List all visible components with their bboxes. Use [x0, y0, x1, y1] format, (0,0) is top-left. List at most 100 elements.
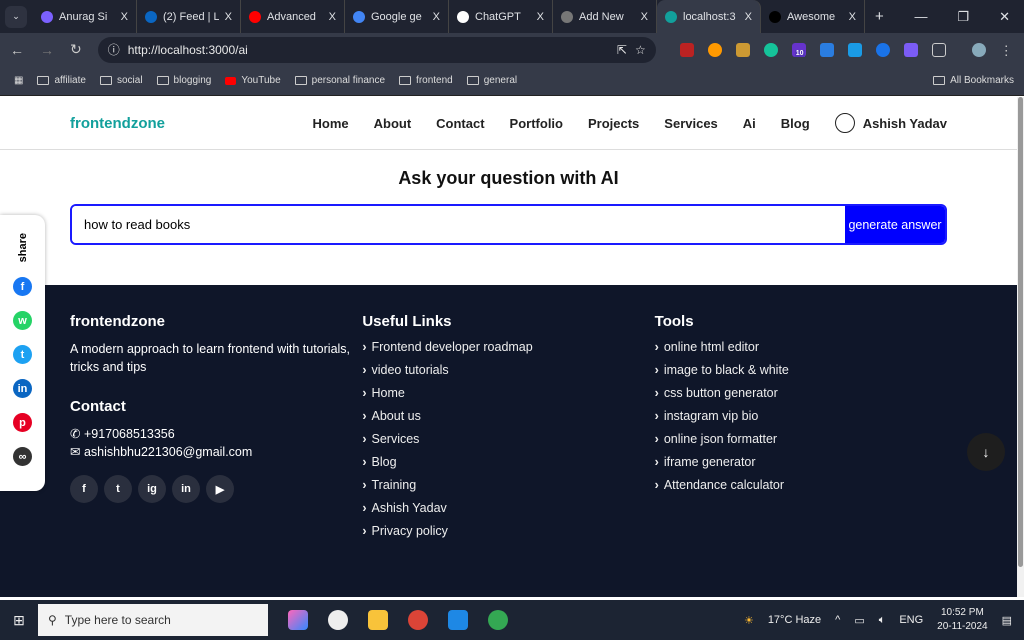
- vscode-icon[interactable]: [448, 610, 468, 630]
- footer-link[interactable]: css button generator: [655, 386, 947, 400]
- extensions-puzzle-icon[interactable]: [931, 42, 946, 57]
- reload-icon[interactable]: ↻: [70, 41, 82, 58]
- footer-link[interactable]: image to black & white: [655, 363, 947, 377]
- social-icon[interactable]: in: [172, 475, 200, 503]
- footer-link[interactable]: online html editor: [655, 340, 947, 354]
- tab-close-icon[interactable]: X: [745, 11, 752, 23]
- network-icon[interactable]: ▭: [854, 614, 864, 627]
- menu-icon[interactable]: ⋮: [1000, 43, 1013, 58]
- email-link[interactable]: ashishbhu221306@gmail.com: [84, 445, 252, 459]
- weather[interactable]: 17°C Haze: [768, 614, 821, 626]
- clock[interactable]: 10:52 PM 20-11-2024: [937, 606, 987, 634]
- tab-close-icon[interactable]: X: [641, 11, 648, 23]
- footer-link[interactable]: video tutorials: [362, 363, 654, 377]
- footer-link[interactable]: About us: [362, 409, 654, 423]
- volume-icon[interactable]: 🔈︎: [879, 614, 886, 627]
- pinterest-share-icon[interactable]: p: [13, 413, 32, 433]
- forward-icon[interactable]: →: [40, 42, 54, 58]
- taskbar-search[interactable]: ⚲ Type here to search: [38, 604, 268, 636]
- tab-close-icon[interactable]: X: [329, 11, 336, 23]
- bookmark-general[interactable]: general: [466, 75, 517, 86]
- nav-link-services[interactable]: Services: [664, 116, 718, 131]
- footer-link[interactable]: Home: [362, 386, 654, 400]
- browser-tab[interactable]: Add New X: [553, 0, 657, 33]
- all-bookmarks[interactable]: All Bookmarks: [933, 75, 1024, 86]
- notification-icon[interactable]: ▤: [1002, 614, 1012, 627]
- whatsapp-share-icon[interactable]: w: [13, 311, 32, 331]
- twitter-share-icon[interactable]: t: [13, 345, 32, 365]
- extension-icon[interactable]: [735, 42, 750, 57]
- browser-tab[interactable]: localhost:3 X: [657, 0, 761, 33]
- footer-link[interactable]: instagram vip bio: [655, 409, 947, 423]
- footer-link[interactable]: online json formatter: [655, 432, 947, 446]
- new-tab-button[interactable]: +: [865, 8, 894, 25]
- tab-close-icon[interactable]: X: [121, 11, 128, 23]
- bookmark-blogging[interactable]: blogging: [156, 75, 211, 86]
- footer-link[interactable]: Training: [362, 478, 654, 492]
- close-window-button[interactable]: ✕: [999, 9, 1010, 25]
- linkedin-share-icon[interactable]: in: [13, 379, 32, 399]
- nav-link-about[interactable]: About: [374, 116, 412, 131]
- extension-icon[interactable]: [875, 42, 890, 57]
- social-icon[interactable]: ig: [138, 475, 166, 503]
- scroll-down-button[interactable]: ↓: [967, 433, 1005, 471]
- user-menu[interactable]: Ashish Yadav: [834, 113, 947, 133]
- extension-icon[interactable]: [679, 42, 694, 57]
- footer-link[interactable]: Services: [362, 432, 654, 446]
- apps-icon[interactable]: ▦: [14, 75, 23, 86]
- bookmark-star-icon[interactable]: ☆: [635, 43, 646, 57]
- tab-close-icon[interactable]: X: [433, 11, 440, 23]
- slack-icon[interactable]: [328, 610, 348, 630]
- footer-link[interactable]: Blog: [362, 455, 654, 469]
- browser-tab[interactable]: Google ge X: [345, 0, 449, 33]
- url-text[interactable]: http://localhost:3000/ai: [128, 43, 248, 57]
- link-share-icon[interactable]: ∞: [13, 447, 32, 467]
- nav-link-blog[interactable]: Blog: [781, 116, 810, 131]
- footer-link[interactable]: iframe generator: [655, 455, 947, 469]
- footer-link[interactable]: Frontend developer roadmap: [362, 340, 654, 354]
- tab-close-icon[interactable]: X: [225, 11, 232, 23]
- bookmark-personal-finance[interactable]: personal finance: [294, 75, 385, 86]
- extension-icon[interactable]: [903, 42, 918, 57]
- profile-avatar[interactable]: [971, 42, 986, 57]
- browser-tab[interactable]: Advanced X: [241, 0, 345, 33]
- tab-search-button[interactable]: ⌄: [5, 5, 27, 28]
- open-in-app-icon[interactable]: ⇱: [617, 43, 627, 57]
- address-bar[interactable]: ⓘ http://localhost:3000/ai ⇱ ☆: [97, 36, 656, 63]
- site-info-icon[interactable]: ⓘ: [108, 41, 120, 58]
- maximize-button[interactable]: ❐: [957, 9, 969, 25]
- social-icon[interactable]: f: [70, 475, 98, 503]
- social-icon[interactable]: ▶: [206, 475, 234, 503]
- nav-link-ai[interactable]: Ai: [743, 116, 756, 131]
- tab-close-icon[interactable]: X: [537, 11, 544, 23]
- tab-close-icon[interactable]: X: [849, 11, 856, 23]
- chrome-icon[interactable]: [488, 610, 508, 630]
- extension-icon[interactable]: [819, 42, 834, 57]
- extension-icon[interactable]: 10: [791, 42, 806, 57]
- browser-tab[interactable]: Awesome X: [761, 0, 865, 33]
- generate-answer-button[interactable]: generate answer: [845, 206, 945, 243]
- file-explorer-icon[interactable]: [368, 610, 388, 630]
- weather-icon[interactable]: ☀: [744, 614, 754, 627]
- nav-link-contact[interactable]: Contact: [436, 116, 484, 131]
- bookmark-youtube[interactable]: YouTube: [225, 75, 281, 86]
- back-icon[interactable]: ←: [10, 42, 24, 58]
- minimize-button[interactable]: —: [914, 9, 927, 25]
- nav-link-home[interactable]: Home: [312, 116, 348, 131]
- nav-link-projects[interactable]: Projects: [588, 116, 639, 131]
- tray-chevron-icon[interactable]: ^: [835, 614, 840, 626]
- chrome-icon[interactable]: [408, 610, 428, 630]
- browser-tab[interactable]: ChatGPT X: [449, 0, 553, 33]
- browser-tab[interactable]: (2) Feed | L X: [137, 0, 241, 33]
- bookmark-social[interactable]: social: [99, 75, 143, 86]
- bookmark-affiliate[interactable]: affiliate: [37, 75, 86, 86]
- extension-icon[interactable]: [707, 42, 722, 57]
- browser-tab[interactable]: Anurag Si X: [33, 0, 137, 33]
- facebook-share-icon[interactable]: f: [13, 277, 32, 297]
- extension-icon[interactable]: [847, 42, 862, 57]
- bookmark-frontend[interactable]: frontend: [399, 75, 453, 86]
- footer-link[interactable]: Attendance calculator: [655, 478, 947, 492]
- windows-start-icon[interactable]: ⊞: [0, 612, 38, 629]
- language[interactable]: ENG: [899, 614, 923, 626]
- question-input[interactable]: [72, 206, 845, 243]
